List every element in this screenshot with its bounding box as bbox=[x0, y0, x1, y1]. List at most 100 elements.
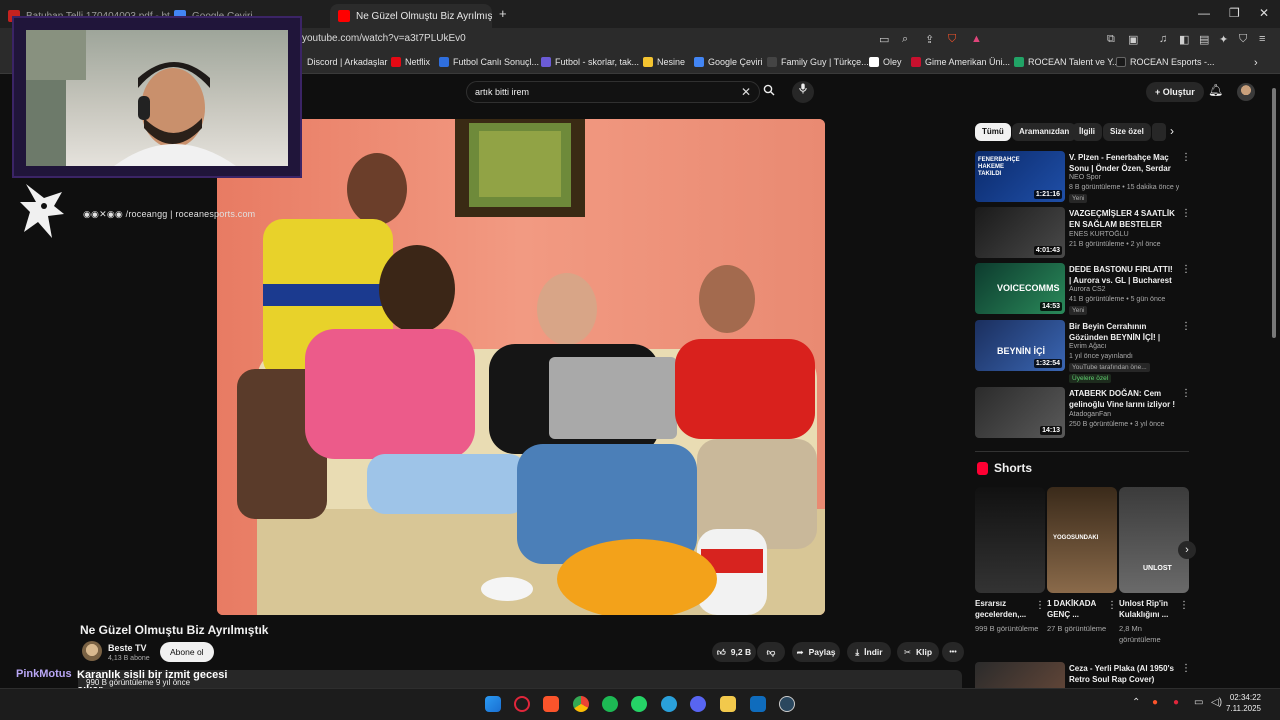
steam-icon[interactable] bbox=[779, 696, 795, 712]
brave-rewards-icon[interactable]: ▲ bbox=[971, 33, 982, 45]
more-vert-icon[interactable]: ⋮ bbox=[1107, 600, 1117, 611]
rec-video[interactable]: BEYNİN İÇİ 1:32:54 Bir Beyin Cerrahının … bbox=[975, 320, 1191, 383]
rec-channel[interactable]: AtadoganFan bbox=[1069, 410, 1179, 420]
channel-avatar[interactable] bbox=[82, 641, 102, 661]
rec-thumbnail[interactable]: FENERBAHÇE HAKEME TAKILDI 1:21:16 bbox=[975, 151, 1065, 202]
rec-title[interactable]: Bir Beyin Cerrahının Gözünden BEYNİN İÇİ… bbox=[1069, 321, 1177, 343]
cast-icon[interactable]: ▭ bbox=[879, 33, 889, 46]
search-input[interactable]: artık bitti irem ✕ bbox=[466, 81, 760, 103]
bookmark-google-translate[interactable]: Google Çeviri bbox=[694, 57, 763, 67]
bookmark-rocean-esports[interactable]: ROCEAN Esports -... bbox=[1116, 57, 1215, 67]
rec-thumbnail[interactable]: BEYNİN İÇİ 1:32:54 bbox=[975, 320, 1065, 371]
rec-title[interactable]: ATABERK DOĞAN: Cem gelinoğlu Vine larını… bbox=[1069, 388, 1177, 410]
sidebar-icon[interactable]: ◧ bbox=[1179, 33, 1189, 46]
rec-title[interactable]: VAZGEÇMİŞLER 4 SAATLİK EN SAĞLAM BESTELE… bbox=[1069, 208, 1177, 230]
windows-start-icon[interactable] bbox=[485, 696, 501, 712]
bookmark-futbol-skorlar[interactable]: Futbol - skorlar, tak... bbox=[541, 57, 639, 67]
discord-icon[interactable] bbox=[690, 696, 706, 712]
tab-youtube-active[interactable]: Ne Güzel Olmuştu Biz Ayrılmıştık ✕ bbox=[330, 4, 492, 28]
extensions-icon[interactable]: ⧉ bbox=[1107, 33, 1115, 46]
music-icon[interactable]: ♫ bbox=[1159, 33, 1167, 45]
zoom-icon[interactable]: ⌕ bbox=[902, 33, 908, 46]
opera-icon[interactable] bbox=[514, 696, 530, 712]
brave-shields-icon[interactable]: ⛉ bbox=[948, 33, 956, 46]
like-button[interactable]: 👍︎ 9,2 B bbox=[712, 642, 756, 662]
brave-icon[interactable] bbox=[543, 696, 559, 712]
clip-button[interactable]: ✂ Klip bbox=[897, 642, 939, 662]
create-button[interactable]: + Oluştur bbox=[1146, 82, 1204, 102]
bookmark-gime[interactable]: Gime Amerikan Üni... bbox=[911, 57, 1010, 67]
chip-related[interactable]: İlgili bbox=[1072, 123, 1102, 141]
screenshot-icon[interactable]: ▣ bbox=[1128, 33, 1138, 46]
rec-video[interactable]: Ceza - Yerli Plaka (Al 1950's Retro Soul… bbox=[975, 662, 1189, 688]
rec-video[interactable]: 4:01:43 VAZGEÇMİŞLER 4 SAATLİK EN SAĞLAM… bbox=[975, 207, 1191, 259]
rec-title[interactable]: DEDE BASTONU FIRLATTI! | Aurora vs. GL |… bbox=[1069, 264, 1177, 286]
chip-for-you[interactable]: Size özel bbox=[1103, 123, 1151, 141]
rec-thumbnail[interactable]: VOICECOMMS 14:53 bbox=[975, 263, 1065, 314]
rec-title[interactable]: Ceza - Yerli Plaka (Al 1950's Retro Soul… bbox=[1069, 663, 1177, 685]
video-player[interactable] bbox=[217, 119, 825, 615]
page-scrollbar[interactable] bbox=[1272, 88, 1276, 338]
more-bookmarks-icon[interactable]: › bbox=[1254, 57, 1258, 69]
more-vert-icon[interactable]: ⋮ bbox=[1181, 388, 1191, 399]
dislike-button[interactable]: 👎︎ bbox=[757, 642, 785, 662]
more-vert-icon[interactable]: ⋮ bbox=[1181, 264, 1191, 275]
vpn-icon[interactable]: ⛉ bbox=[1239, 33, 1247, 46]
mic-tray-icon[interactable]: ● bbox=[1173, 697, 1179, 708]
channel-name[interactable]: Beste TV bbox=[108, 643, 147, 653]
more-vert-icon[interactable]: ⋮ bbox=[1181, 321, 1191, 332]
rec-title[interactable]: V. Plzen - Fenerbahçe Maç Sonu | Önder Ö… bbox=[1069, 152, 1177, 174]
more-vert-icon[interactable]: ⋮ bbox=[1181, 152, 1191, 163]
leo-ai-icon[interactable]: ✦ bbox=[1219, 33, 1228, 46]
shorts-next-icon[interactable]: › bbox=[1178, 541, 1196, 559]
short-title[interactable]: 1 DAKİKADA GENÇ ... bbox=[1047, 598, 1107, 620]
telegram-icon[interactable] bbox=[661, 696, 677, 712]
bookmark-nesine[interactable]: Nesine bbox=[643, 57, 685, 67]
address-bar[interactable]: youtube.com/watch?v=a3t7PLUkEv0 bbox=[302, 33, 466, 44]
close-icon[interactable]: ✕ bbox=[741, 85, 751, 99]
share-icon[interactable]: ⇪ bbox=[925, 33, 934, 46]
rec-thumbnail[interactable]: 4:01:43 bbox=[975, 207, 1065, 258]
short-thumbnail[interactable]: UNLOST bbox=[1119, 487, 1189, 593]
new-tab-button[interactable]: + bbox=[499, 6, 507, 21]
chrome-icon[interactable] bbox=[573, 696, 589, 712]
minimize-button[interactable]: — bbox=[1198, 6, 1210, 20]
more-vert-icon[interactable]: ⋮ bbox=[1181, 663, 1189, 674]
file-explorer-icon[interactable] bbox=[720, 696, 736, 712]
more-vert-icon[interactable]: ⋮ bbox=[1179, 600, 1189, 611]
search-button[interactable] bbox=[758, 81, 780, 103]
bookmark-futbol-canli[interactable]: Futbol Canlı Sonuçl... bbox=[439, 57, 539, 67]
short-title[interactable]: Unlost Rip'in Kulaklığını ... bbox=[1119, 598, 1175, 620]
subscribe-button[interactable]: Abone ol bbox=[160, 642, 214, 662]
rec-channel[interactable]: NEO Spor bbox=[1069, 173, 1179, 183]
rec-video[interactable]: 14:13 ATABERK DOĞAN: Cem gelinoğlu Vine … bbox=[975, 387, 1191, 439]
chips-next-icon[interactable]: › bbox=[1170, 124, 1174, 138]
whatsapp-icon[interactable] bbox=[631, 696, 647, 712]
tray-app-icon[interactable]: ● bbox=[1152, 697, 1158, 708]
network-icon[interactable]: ▭ bbox=[1194, 697, 1203, 708]
volume-icon[interactable]: ◁) bbox=[1211, 697, 1222, 708]
chip-from-search[interactable]: Aramanızdan bbox=[1012, 123, 1077, 141]
short-thumbnail[interactable] bbox=[975, 487, 1045, 593]
more-vert-icon[interactable]: ⋮ bbox=[1035, 600, 1045, 611]
bookmark-oley[interactable]: Oley bbox=[869, 57, 902, 67]
bookmark-rocean-talent[interactable]: ROCEAN Talent ve Y... bbox=[1014, 57, 1120, 67]
bookmark-netflix[interactable]: Netflix bbox=[391, 57, 430, 67]
rec-video[interactable]: FENERBAHÇE HAKEME TAKILDI 1:21:16 V. Plz… bbox=[975, 151, 1191, 203]
chip-all[interactable]: Tümü bbox=[975, 123, 1011, 141]
share-button[interactable]: ➦ Paylaş bbox=[792, 642, 840, 662]
bookmark-discord[interactable]: Discord | Arkadaşlar bbox=[307, 57, 387, 67]
more-vert-icon[interactable]: ⋮ bbox=[1181, 208, 1191, 219]
short-title[interactable]: Esrarsız gecelerden,... bbox=[975, 598, 1035, 620]
outlook-icon[interactable] bbox=[750, 696, 766, 712]
menu-icon[interactable]: ≡ bbox=[1259, 33, 1265, 45]
user-avatar[interactable] bbox=[1237, 83, 1255, 101]
tray-chevron-icon[interactable]: ⌃ bbox=[1132, 697, 1140, 708]
notifications-bell-icon[interactable]: 🔔︎ bbox=[1208, 83, 1223, 97]
more-actions-button[interactable]: ••• bbox=[942, 642, 964, 662]
mic-button[interactable] bbox=[792, 81, 814, 103]
short-thumbnail[interactable]: YOGOSUNDAKI bbox=[1047, 487, 1117, 593]
download-button[interactable]: ⤓ İndir bbox=[847, 642, 891, 662]
rec-thumbnail[interactable] bbox=[975, 662, 1065, 688]
rec-video[interactable]: VOICECOMMS 14:53 DEDE BASTONU FIRLATTI! … bbox=[975, 263, 1191, 315]
